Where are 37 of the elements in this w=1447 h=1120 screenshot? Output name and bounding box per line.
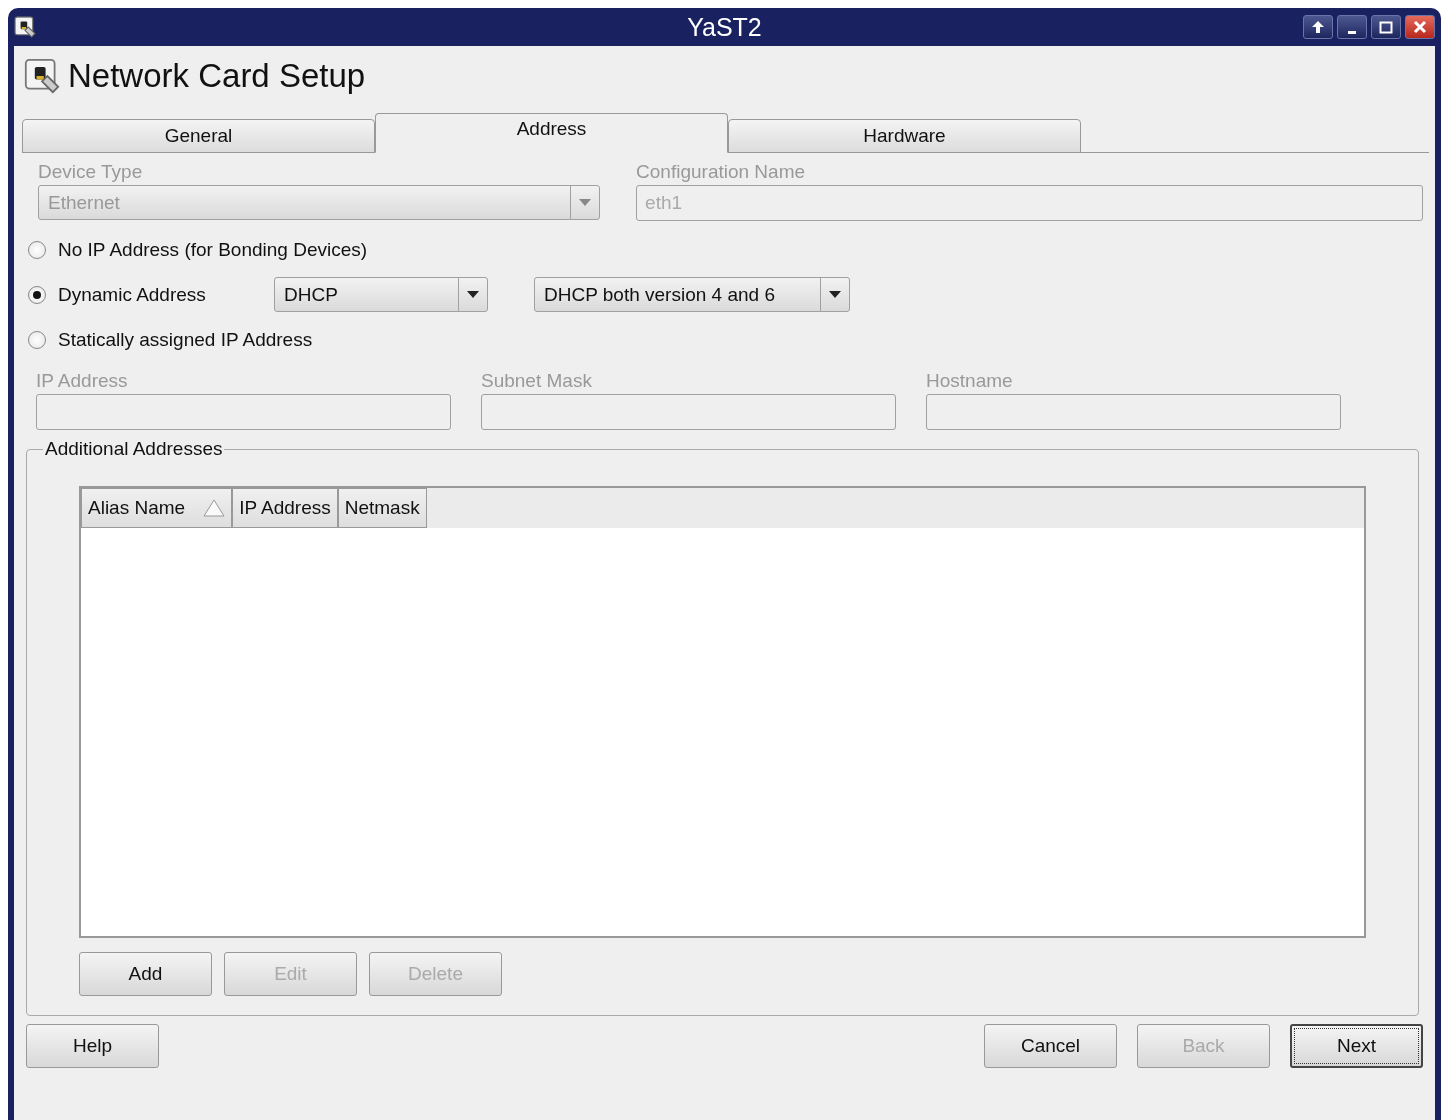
radio-button[interactable]: No IP Address (for Bonding Devices) [28,238,368,261]
keep-above-button[interactable] [1303,15,1333,39]
column-header[interactable]: IP Address [232,488,338,528]
dialog-button[interactable]: Cancel [984,1024,1117,1068]
minimize-icon [1348,30,1356,34]
field-label: Hostname [926,369,1014,393]
field-label: Configuration Name [636,160,807,184]
help-button[interactable]: Help [26,1024,159,1068]
page-title: Network Card Setup [68,57,366,95]
up-arrow-icon [1311,20,1325,34]
network-card-icon [24,58,60,94]
table-button[interactable]: Add [79,952,212,996]
field-label: IP Address [36,369,129,393]
radio-button[interactable]: Dynamic Address [28,283,228,306]
close-icon [1413,20,1427,34]
sort-icon [203,499,226,517]
radio-button[interactable]: Statically assigned IP Address [28,328,313,351]
group-title: Additional Addresses [44,438,224,460]
caret-icon [467,291,479,298]
dhcp-dropdown[interactable]: DHCP [274,277,488,312]
window-title: YaST2 [687,12,762,42]
column-header[interactable]: Alias Name [81,488,233,528]
column-header[interactable]: Netmask [337,488,427,528]
field-label: Subnet Mask [481,369,593,393]
dialog-button[interactable]: Next [1290,1024,1423,1068]
tab[interactable]: Address [375,113,728,153]
minimize-button[interactable] [1337,15,1367,39]
field-label: Device Type [38,160,144,184]
tab[interactable]: Hardware [728,119,1081,153]
dhcp-dropdown[interactable]: DHCP both version 4 and 6 [534,277,850,312]
tab[interactable]: General [22,119,375,153]
caret-icon [579,199,592,206]
caret-icon [829,291,841,298]
maximize-icon [1379,20,1393,34]
close-button[interactable] [1405,15,1435,39]
network-card-icon [14,16,36,38]
maximize-button[interactable] [1371,15,1401,39]
